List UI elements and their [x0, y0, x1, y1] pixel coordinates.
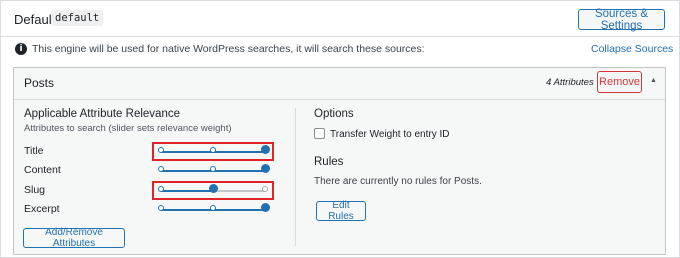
engine-panel: Default default Sources & Settings i Thi… — [0, 0, 680, 258]
attribute-label: Content — [24, 164, 61, 176]
relevance-slider-content[interactable] — [158, 163, 278, 179]
source-title: Posts — [24, 76, 55, 90]
attribute-relevance-heading: Applicable Attribute Relevance — [24, 108, 180, 120]
attribute-row-content: Content — [24, 162, 284, 180]
section-divider — [295, 108, 296, 246]
collapse-caret-icon[interactable]: ▲ — [650, 77, 657, 84]
slug-slider-highlight — [152, 181, 274, 200]
attribute-relevance-subheading: Attributes to search (slider sets releva… — [24, 123, 232, 134]
slider-stop-dot — [210, 166, 216, 172]
source-posts-panel: Posts 4 Attributes Remove ▲ Applicable A… — [13, 67, 666, 255]
rules-empty-text: There are currently no rules for Posts. — [314, 176, 482, 187]
add-remove-attributes-button[interactable]: Add/Remove Attributes — [23, 227, 125, 249]
attribute-row-excerpt: Excerpt — [24, 201, 284, 219]
remove-source-button[interactable]: Remove — [597, 71, 642, 93]
rules-heading: Rules — [314, 156, 344, 168]
slider-stop-dot — [158, 205, 164, 211]
engine-title: Default — [14, 12, 56, 27]
engine-header: Default default Sources & Settings — [1, 1, 679, 37]
relevance-slider-excerpt[interactable] — [158, 202, 278, 218]
transfer-weight-checkbox[interactable] — [314, 128, 325, 139]
slider-stop-dot — [158, 166, 164, 172]
options-heading: Options — [314, 108, 354, 120]
slider-handle[interactable] — [260, 164, 270, 173]
title-slider-highlight — [152, 142, 274, 161]
slider-stop-dot — [210, 205, 216, 211]
attribute-label: Title — [24, 145, 44, 157]
source-header: Posts 4 Attributes Remove ▲ — [14, 68, 665, 100]
sources-settings-button[interactable]: Sources & Settings — [578, 8, 665, 32]
options-section: Options — [314, 108, 654, 120]
engine-notice: i This engine will be used for native Wo… — [1, 38, 679, 64]
attribute-count: 4 Attributes — [546, 77, 594, 88]
attribute-relevance-section: Applicable Attribute Relevance Attribute… — [24, 108, 289, 134]
notice-text: This engine will be used for native Word… — [32, 43, 425, 55]
info-icon: i — [15, 43, 27, 55]
engine-slug: default — [51, 10, 104, 26]
slider-handle[interactable] — [260, 203, 270, 212]
attribute-label: Slug — [24, 184, 46, 196]
transfer-weight-label[interactable]: Transfer Weight to entry ID — [330, 129, 450, 140]
edit-rules-button[interactable]: Edit Rules — [316, 200, 366, 222]
attribute-label: Excerpt — [24, 203, 60, 215]
collapse-sources-link[interactable]: Collapse Sources — [591, 43, 673, 55]
